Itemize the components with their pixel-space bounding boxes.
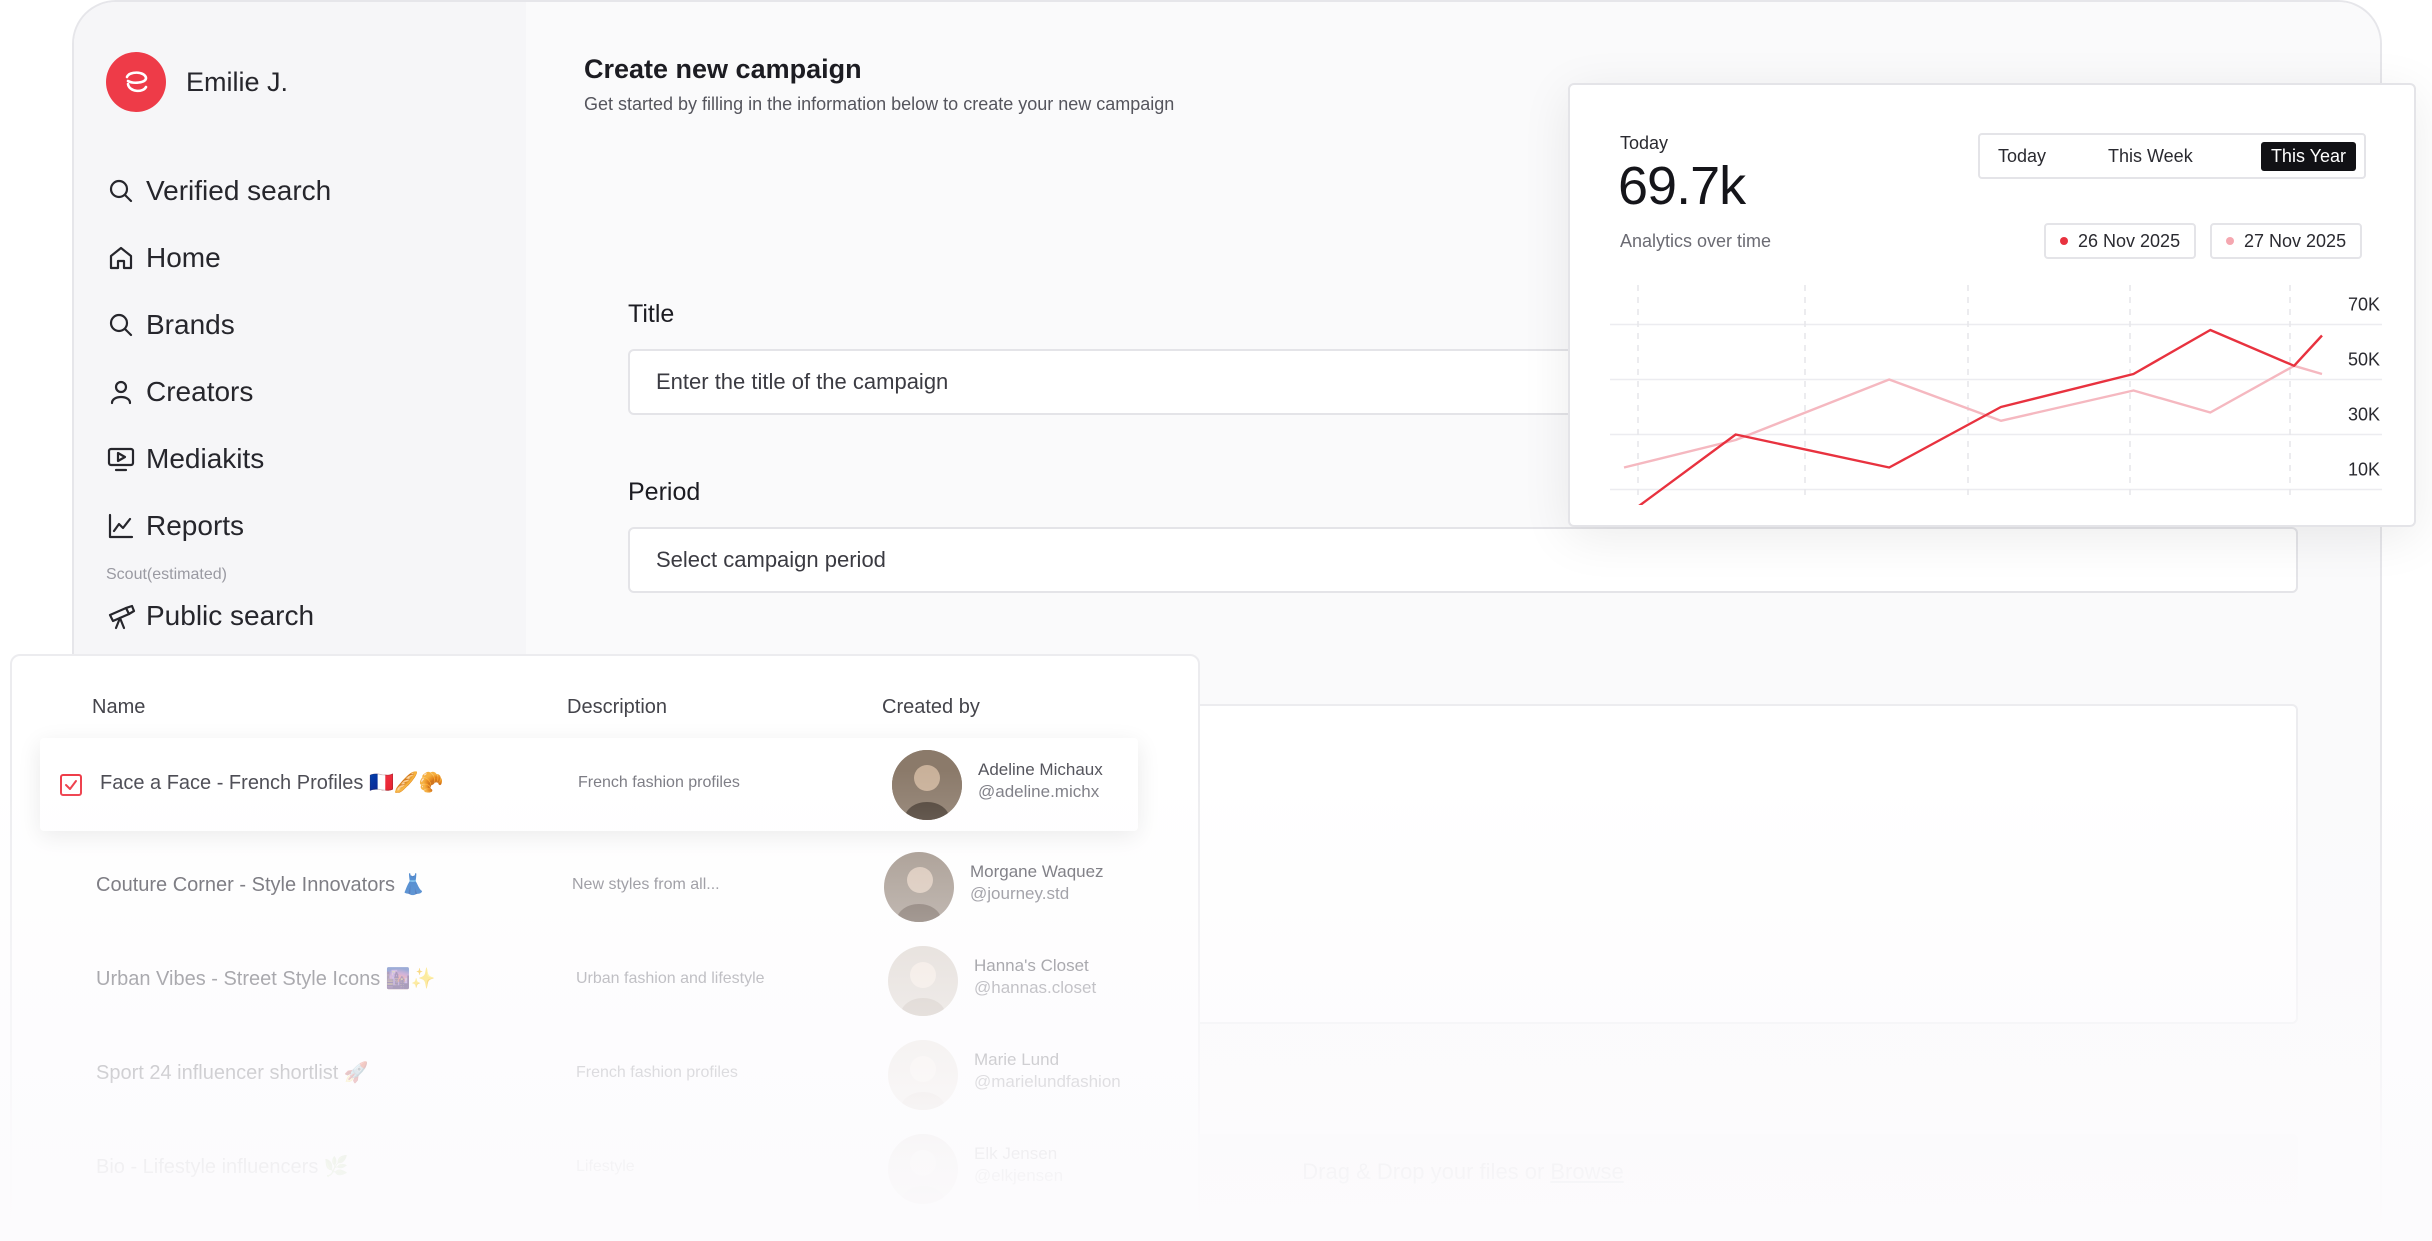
sidebar-item-brands[interactable]: Brands [106, 291, 331, 358]
creator-handle: @elkjensen [974, 1166, 1064, 1185]
campaign-name: Couture Corner - Style Innovators 👗 [96, 874, 426, 896]
campaign-description: Lifestyle [576, 1158, 635, 1175]
date-chip-label: 26 Nov 2025 [2078, 230, 2181, 251]
analytics-card: Today 69.7k Analytics over time Today Th… [1568, 83, 2416, 527]
tab-this-week[interactable]: This Week [2098, 142, 2203, 171]
campaign-name: Sport 24 influencer shortlist 🚀 [96, 1062, 369, 1084]
search-icon [109, 313, 133, 336]
legend-dot-icon [2060, 237, 2068, 245]
tab-this-year[interactable]: This Year [2260, 141, 2356, 171]
analytics-value: 69.7k [1618, 156, 1746, 216]
brand-logo-icon [106, 52, 166, 112]
line-chart-icon [108, 513, 134, 538]
sidebar-item-label: Reports [146, 509, 245, 541]
creator-name: Adeline Michaux [978, 760, 1103, 779]
creator-handle: @hannas.closet [974, 978, 1097, 997]
search-icon [109, 179, 133, 202]
chart-series-line [1638, 328, 2323, 505]
column-header-created-by: Created by [882, 696, 980, 718]
sidebar-item-label: Public search [146, 599, 315, 631]
sidebar-item-label: Verified search [146, 174, 332, 206]
user-profile[interactable]: Emilie J. [106, 52, 288, 112]
sidebar-item-creators[interactable]: Creators [106, 358, 331, 425]
campaign-description: New styles from all... [572, 876, 720, 893]
period-input[interactable] [628, 527, 2298, 593]
creator-name: Elk Jensen [974, 1144, 1058, 1163]
campaign-name: Face a Face - French Profiles 🇫🇷🥖🥐 [100, 772, 444, 794]
legend-dot-icon [2226, 237, 2234, 245]
date-chip-26-nov[interactable]: 26 Nov 2025 [2044, 223, 2197, 259]
creator-name: Hanna's Closet [974, 956, 1089, 975]
creator-name: Morgane Waquez [970, 862, 1104, 881]
avatar [888, 1134, 958, 1204]
sidebar-item-mediakits[interactable]: Mediakits [106, 425, 331, 492]
title-field-label: Title [628, 300, 675, 328]
table-row[interactable]: Sport 24 influencer shortlist 🚀 French f… [12, 1028, 1198, 1121]
telescope-icon [108, 604, 136, 629]
period-segmented-control: Today This Week This Year [1978, 133, 2366, 179]
date-chip-label: 27 Nov 2025 [2244, 230, 2347, 251]
column-header-name: Name [92, 696, 146, 718]
campaign-description: French fashion profiles [578, 774, 740, 791]
campaign-description: French fashion profiles [576, 1064, 738, 1081]
sidebar-item-label: Home [146, 241, 221, 273]
period-field-label: Period [628, 478, 701, 506]
analytics-period-label: Today [1620, 133, 1669, 153]
campaign-description: Urban fashion and lifestyle [576, 970, 765, 987]
analytics-subtitle: Analytics over time [1620, 231, 1772, 251]
monitor-play-icon [107, 447, 135, 471]
analytics-line-chart: 70K 50K 30K 10K [1610, 285, 2382, 505]
table-row[interactable]: Face a Face - French Profiles 🇫🇷🥖🥐 Frenc… [40, 738, 1138, 831]
campaign-name: Urban Vibes - Street Style Icons 🌆✨ [96, 968, 436, 990]
page-subtitle: Get started by filling in the informatio… [584, 94, 1175, 114]
column-header-description: Description [567, 696, 668, 718]
creator-handle: @adeline.michx [978, 782, 1100, 801]
chart-y-tick-label: 50K [2348, 350, 2380, 370]
tab-today[interactable]: Today [1988, 142, 2056, 171]
chart-y-tick-label: 10K [2348, 460, 2380, 480]
sidebar-item-label: Mediakits [146, 442, 265, 474]
chart-y-tick-label: 70K [2348, 295, 2380, 315]
avatar [888, 946, 958, 1016]
avatar [892, 750, 962, 820]
row-checkbox[interactable] [60, 774, 82, 796]
home-icon [109, 246, 133, 269]
sidebar-item-home[interactable]: Home [106, 224, 331, 291]
date-chip-27-nov[interactable]: 27 Nov 2025 [2210, 223, 2363, 259]
avatar [888, 1040, 958, 1110]
creator-handle: @marielundfashion [974, 1072, 1121, 1091]
creator-name: Marie Lund [974, 1050, 1060, 1069]
chart-y-tick-label: 30K [2348, 405, 2380, 425]
browse-link[interactable]: Browse [1550, 1159, 1623, 1185]
table-row[interactable]: Couture Corner - Style Innovators 👗 New … [12, 840, 1198, 933]
sidebar-item-public-search[interactable]: Public search [106, 582, 314, 649]
table-row[interactable]: Bio - Lifestyle influencers 🌿 Lifestyle … [12, 1122, 1198, 1215]
sidebar-nav: Verified search Home Brands Creators Med… [106, 157, 331, 559]
avatar [884, 852, 954, 922]
sidebar-item-label: Brands [146, 308, 235, 340]
user-name: Emilie J. [186, 66, 289, 97]
page-title: Create new campaign [584, 54, 862, 84]
sidebar-item-verified-search[interactable]: Verified search [106, 157, 331, 224]
user-icon [110, 380, 132, 404]
sidebar-item-label: Creators [146, 375, 254, 407]
check-icon [65, 780, 77, 790]
campaign-list-card: Name Description Created by Face a Face … [10, 654, 1200, 1241]
campaign-name: Bio - Lifestyle influencers 🌿 [96, 1156, 349, 1178]
table-row[interactable]: Urban Vibes - Street Style Icons 🌆✨ Urba… [12, 934, 1198, 1027]
chart-series-line [1623, 364, 2323, 469]
sidebar-item-reports[interactable]: Reports [106, 492, 331, 559]
creator-handle: @journey.std [970, 884, 1070, 903]
dropzone-text: Drag & Drop your files or [1302, 1159, 1545, 1184]
